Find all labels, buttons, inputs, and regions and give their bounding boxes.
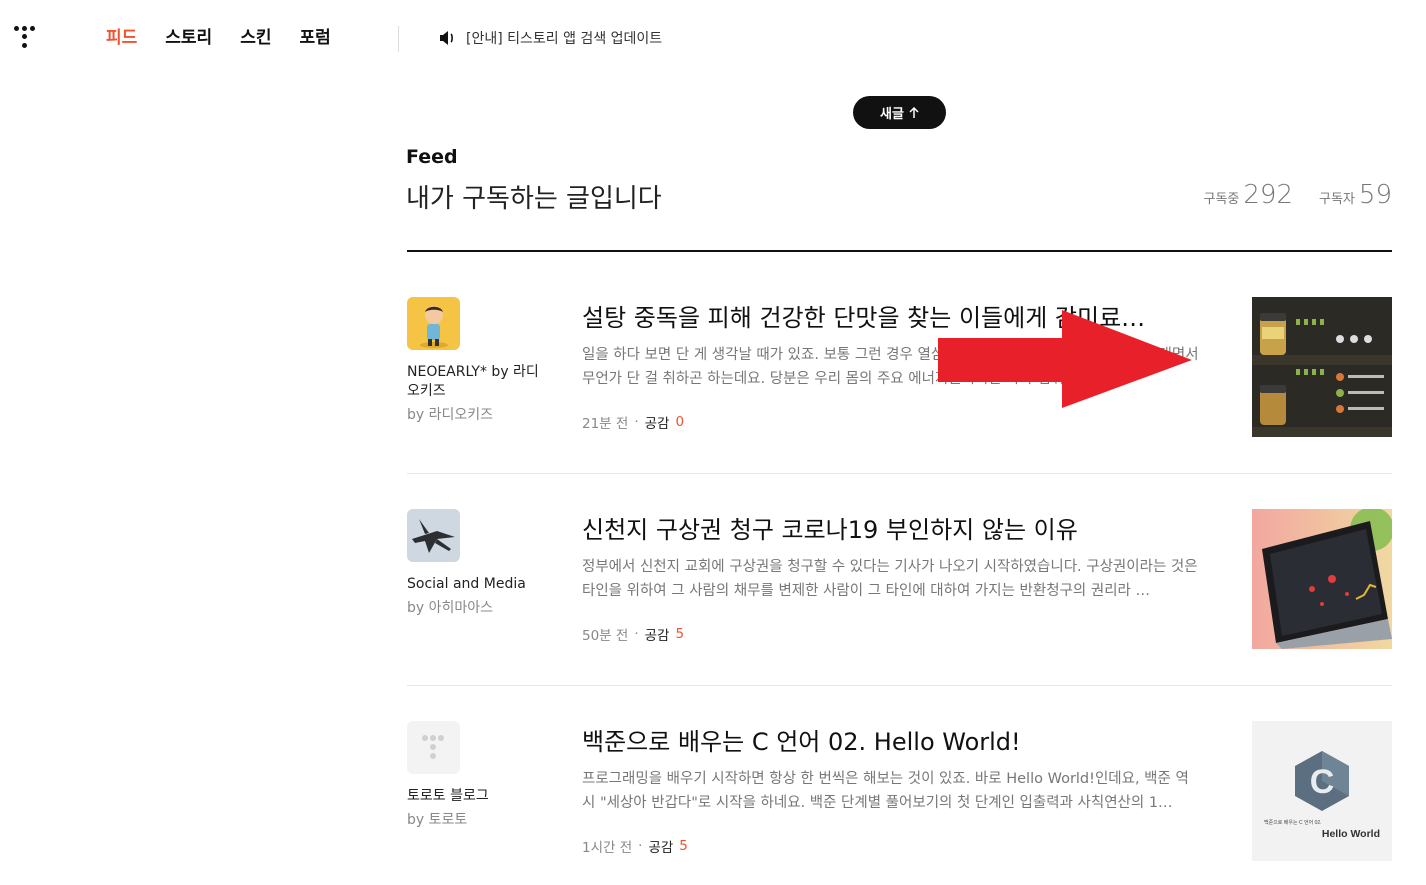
blog-avatar[interactable] — [407, 721, 460, 774]
nav-forum[interactable]: 포럼 — [299, 26, 330, 50]
post-thumbnail[interactable] — [1252, 509, 1392, 649]
notice-text: [안내] 티스토리 앱 검색 업데이트 — [466, 31, 663, 47]
item-divider — [407, 473, 1392, 474]
feed-title: 내가 구독하는 글입니다 — [406, 184, 662, 214]
subscribing-count: 292 — [1243, 180, 1294, 210]
feed-label: Feed — [406, 146, 458, 168]
thumb-caption: 백준으로 배우는 C 언어 02. — [1264, 820, 1322, 826]
like-count: 0 — [675, 414, 685, 430]
new-posts-button[interactable]: 새글 — [853, 96, 946, 129]
nav-feed[interactable]: 피드 — [106, 26, 137, 50]
blog-avatar[interactable] — [407, 509, 460, 562]
like-button[interactable]: 공감 — [645, 412, 670, 432]
subscribers-stat[interactable]: 구독자 59 — [1319, 180, 1392, 210]
subscription-stats: 구독중 292 구독자 59 — [1203, 180, 1392, 210]
post-thumbnail[interactable] — [1252, 297, 1392, 437]
post-meta: 1시간 전 · 공감 5 — [582, 836, 688, 856]
tistory-logo[interactable] — [14, 26, 42, 54]
post-thumbnail[interactable]: C 백준으로 배우는 C 언어 02. Hello World — [1252, 721, 1392, 861]
feed-header-divider — [407, 250, 1392, 252]
item-divider — [407, 685, 1392, 686]
meta-dot: · — [634, 414, 639, 430]
subscribers-count: 59 — [1358, 180, 1392, 210]
blog-avatar[interactable] — [407, 297, 460, 350]
like-button[interactable]: 공감 — [645, 624, 670, 644]
post-time: 50분 전 — [582, 628, 629, 644]
header-divider — [398, 26, 399, 52]
post-meta: 50분 전 · 공감 5 — [582, 624, 684, 644]
post-summary[interactable]: 정부에서 신천지 교회에 구상권을 청구할 수 있다는 기사가 나오기 시작하였… — [582, 555, 1202, 603]
meta-dot: · — [634, 626, 639, 642]
blog-author: by 아히마아스 — [407, 600, 494, 616]
meta-dot: · — [638, 838, 643, 854]
blog-author: by 라디오키즈 — [407, 407, 494, 423]
blog-author: by 토로토 — [407, 812, 468, 828]
thumb-title: Hello World — [1321, 828, 1380, 840]
like-button[interactable]: 공감 — [648, 836, 673, 856]
post-title[interactable]: 백준으로 배우는 C 언어 02. Hello World! — [582, 722, 1152, 757]
red-arrow-icon — [938, 310, 1192, 408]
feed-item: NEOEARLY* by 라디오키즈 by 라디오키즈 설탕 중독을 피해 건강… — [407, 297, 1392, 474]
post-time: 21분 전 — [582, 416, 629, 432]
blog-name[interactable]: NEOEARLY* by 라디오키즈 — [407, 363, 547, 401]
c-logo-letter: C — [1310, 763, 1335, 801]
new-posts-label: 새글 — [880, 107, 904, 122]
like-count: 5 — [679, 838, 688, 854]
subscribing-stat[interactable]: 구독중 292 — [1203, 180, 1293, 210]
subscribers-label: 구독자 — [1319, 192, 1355, 207]
post-time: 1시간 전 — [582, 840, 633, 856]
nav-story[interactable]: 스토리 — [165, 26, 212, 50]
notice-link[interactable]: [안내] 티스토리 앱 검색 업데이트 — [438, 28, 662, 48]
blog-name[interactable]: 토로토 블로그 — [407, 787, 547, 806]
feed-item: 토로토 블로그 by 토로토 백준으로 배우는 C 언어 02. Hello W… — [407, 721, 1392, 871]
subscribing-label: 구독중 — [1203, 192, 1240, 207]
nav-skin[interactable]: 스킨 — [240, 26, 271, 50]
post-meta: 21분 전 · 공감 0 — [582, 412, 684, 432]
like-count: 5 — [675, 626, 685, 642]
post-title[interactable]: 신천지 구상권 청구 코로나19 부인하지 않는 이유 — [582, 510, 1152, 545]
arrow-up-icon — [909, 107, 919, 118]
main-nav: 피드 스토리 스킨 포럼 — [106, 26, 359, 50]
post-summary[interactable]: 프로그래밍을 배우기 시작하면 항상 한 번씩은 해보는 것이 있죠. 바로 H… — [582, 767, 1202, 815]
blog-name[interactable]: Social and Media — [407, 575, 547, 594]
feed-item: Social and Media by 아히마아스 신천지 구상권 청구 코로나… — [407, 509, 1392, 686]
speaker-icon — [440, 31, 453, 45]
